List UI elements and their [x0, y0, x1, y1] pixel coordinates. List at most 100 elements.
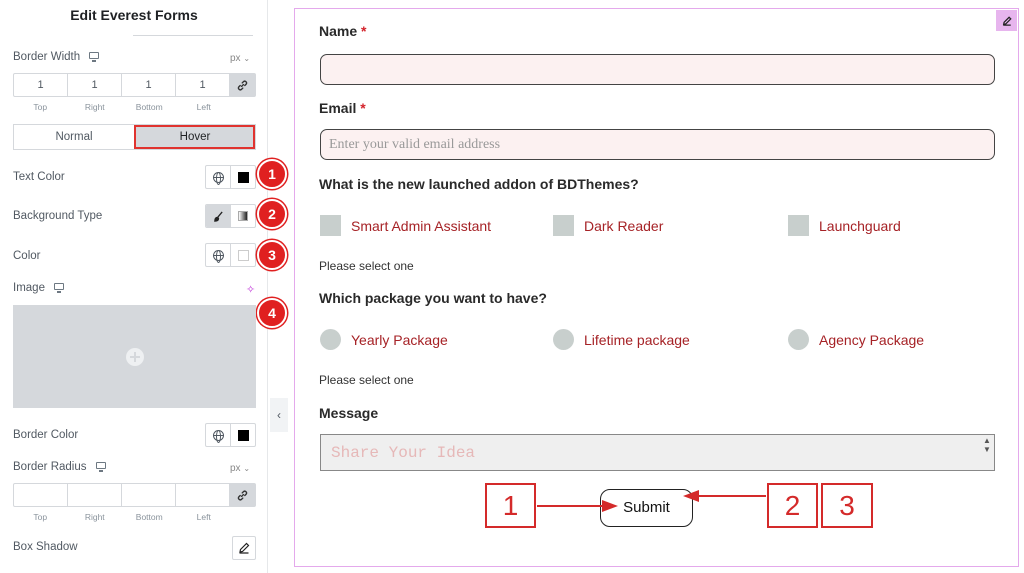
checkbox-option[interactable]: Smart Admin Assistant [320, 215, 491, 236]
radio[interactable] [788, 329, 809, 350]
border-width-inputs: 1 1 1 1 [13, 73, 256, 97]
brush-icon [213, 211, 223, 222]
link-icon [237, 490, 248, 500]
border-width-right[interactable]: 1 [68, 74, 122, 96]
package-help-text: Please select one [319, 373, 414, 387]
border-width-top[interactable]: 1 [14, 74, 68, 96]
radio-option[interactable]: Agency Package [788, 329, 924, 350]
border-radius-top[interactable] [14, 484, 68, 506]
responsive-monitor-icon[interactable] [89, 52, 100, 63]
image-upload-area[interactable] [13, 305, 256, 408]
border-width-bottom[interactable]: 1 [122, 74, 176, 96]
globe-icon [212, 171, 224, 185]
email-label: Email * [319, 100, 366, 116]
checkbox-option[interactable]: Dark Reader [553, 215, 663, 236]
callout-box-1: 1 [485, 483, 536, 528]
radio-option[interactable]: Lifetime package [553, 329, 690, 350]
callout-badge-2: 2 [257, 199, 287, 229]
border-color-label: Border Color [13, 429, 79, 441]
border-color-picker[interactable] [230, 424, 255, 446]
caption-bottom: Bottom [135, 102, 163, 112]
bg-type-classic-button[interactable] [206, 205, 230, 227]
caption-left: Left [196, 512, 211, 522]
panel-title: Edit Everest Forms [70, 7, 198, 23]
bg-type-gradient-button[interactable] [230, 205, 255, 227]
addon-question: What is the new launched addon of BDThem… [319, 176, 639, 192]
message-textarea[interactable]: Share Your Idea [320, 434, 995, 471]
callout-badge-3: 3 [257, 240, 287, 270]
border-radius-label: Border Radius [13, 461, 106, 473]
link-icon [237, 80, 248, 90]
border-width-captions: Top Right Bottom Left [13, 102, 231, 112]
add-image-icon [125, 347, 144, 366]
required-mark: * [361, 23, 367, 39]
package-question: Which package you want to have? [319, 290, 547, 306]
message-label: Message [319, 405, 379, 421]
pencil-icon [239, 542, 250, 554]
caption-right: Right [84, 512, 105, 522]
caption-left: Left [196, 102, 211, 112]
color-swatch [237, 249, 249, 261]
collapse-panel-button[interactable]: ‹ [270, 398, 288, 432]
border-color-control [205, 423, 256, 447]
chevron-left-icon: ‹ [277, 408, 281, 422]
link-values-button[interactable] [230, 74, 255, 96]
link-values-button[interactable] [230, 484, 255, 506]
pencil-icon [1002, 15, 1012, 26]
caption-right: Right [84, 102, 105, 112]
tab-hover[interactable]: Hover [134, 125, 255, 149]
checkbox-option[interactable]: Launchguard [788, 215, 901, 236]
required-mark: * [360, 100, 366, 116]
callout-badge-4: 4 [257, 298, 287, 328]
border-radius-left[interactable] [176, 484, 230, 506]
editor-panel: Edit Everest Forms Border Width px ⌄ 1 1… [0, 0, 287, 573]
color-swatch [237, 429, 249, 441]
background-type-control [205, 204, 256, 228]
border-width-label: Border Width [13, 51, 100, 63]
radio[interactable] [320, 329, 341, 350]
tab-normal[interactable]: Normal [14, 125, 134, 149]
text-color-picker[interactable] [230, 166, 255, 188]
checkbox[interactable] [788, 215, 809, 236]
box-shadow-edit-button[interactable] [232, 536, 256, 560]
color-label: Color [13, 250, 41, 262]
global-colors-button[interactable] [206, 244, 230, 266]
callout-box-3: 3 [821, 483, 873, 528]
text-color-control [205, 165, 256, 189]
state-tabs: Normal Hover [13, 124, 256, 150]
globe-icon [212, 249, 224, 263]
callout-badge-1: 1 [257, 159, 287, 189]
ai-sparkle-icon[interactable]: ✧ [246, 283, 255, 296]
name-input[interactable] [320, 54, 995, 85]
gradient-icon [238, 211, 248, 221]
form-preview-frame [294, 8, 1019, 567]
checkbox[interactable] [320, 215, 341, 236]
unit-selector[interactable]: px ⌄ [230, 463, 250, 474]
submit-button[interactable]: Submit [600, 489, 693, 527]
caption-top: Top [33, 102, 48, 112]
caption-top: Top [33, 512, 48, 522]
border-radius-bottom[interactable] [122, 484, 176, 506]
addon-help-text: Please select one [319, 259, 414, 273]
box-shadow-label: Box Shadow [13, 541, 78, 553]
responsive-monitor-icon[interactable] [95, 462, 106, 473]
responsive-monitor-icon[interactable] [53, 283, 64, 294]
color-picker[interactable] [230, 244, 255, 266]
divider [133, 35, 253, 36]
caption-bottom: Bottom [135, 512, 163, 522]
global-colors-button[interactable] [206, 166, 230, 188]
unit-selector[interactable]: px ⌄ [230, 53, 250, 64]
globe-icon [212, 429, 224, 443]
radio-option[interactable]: Yearly Package [320, 329, 448, 350]
checkbox[interactable] [553, 215, 574, 236]
email-input[interactable]: Enter your valid email address [320, 129, 995, 160]
callout-box-2: 2 [767, 483, 818, 528]
text-color-label: Text Color [13, 171, 65, 183]
edit-widget-button[interactable] [996, 10, 1017, 31]
border-radius-right[interactable] [68, 484, 122, 506]
background-type-label: Background Type [13, 210, 103, 222]
global-colors-button[interactable] [206, 424, 230, 446]
radio[interactable] [553, 329, 574, 350]
border-radius-captions: Top Right Bottom Left [13, 512, 231, 522]
border-width-left[interactable]: 1 [176, 74, 230, 96]
